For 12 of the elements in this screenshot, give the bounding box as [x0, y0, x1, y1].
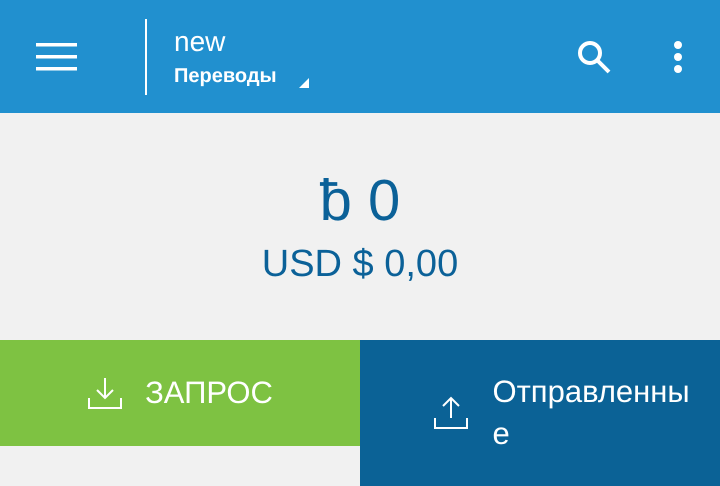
more-options-button[interactable] [674, 40, 682, 72]
request-button[interactable]: ЗАПРОС [0, 340, 360, 446]
app-title: new [174, 25, 226, 59]
fiat-balance: USD $ 0,00 [262, 242, 458, 286]
upload-icon [432, 396, 468, 430]
dropdown-triangle-icon [298, 78, 309, 88]
download-icon [87, 376, 124, 410]
balance-amount: ƀ 0 [320, 166, 400, 234]
search-button[interactable] [576, 38, 612, 74]
sent-button[interactable]: Отправленные [360, 340, 720, 486]
section-dropdown[interactable]: Переводы [174, 65, 576, 88]
menu-button[interactable] [36, 42, 77, 70]
